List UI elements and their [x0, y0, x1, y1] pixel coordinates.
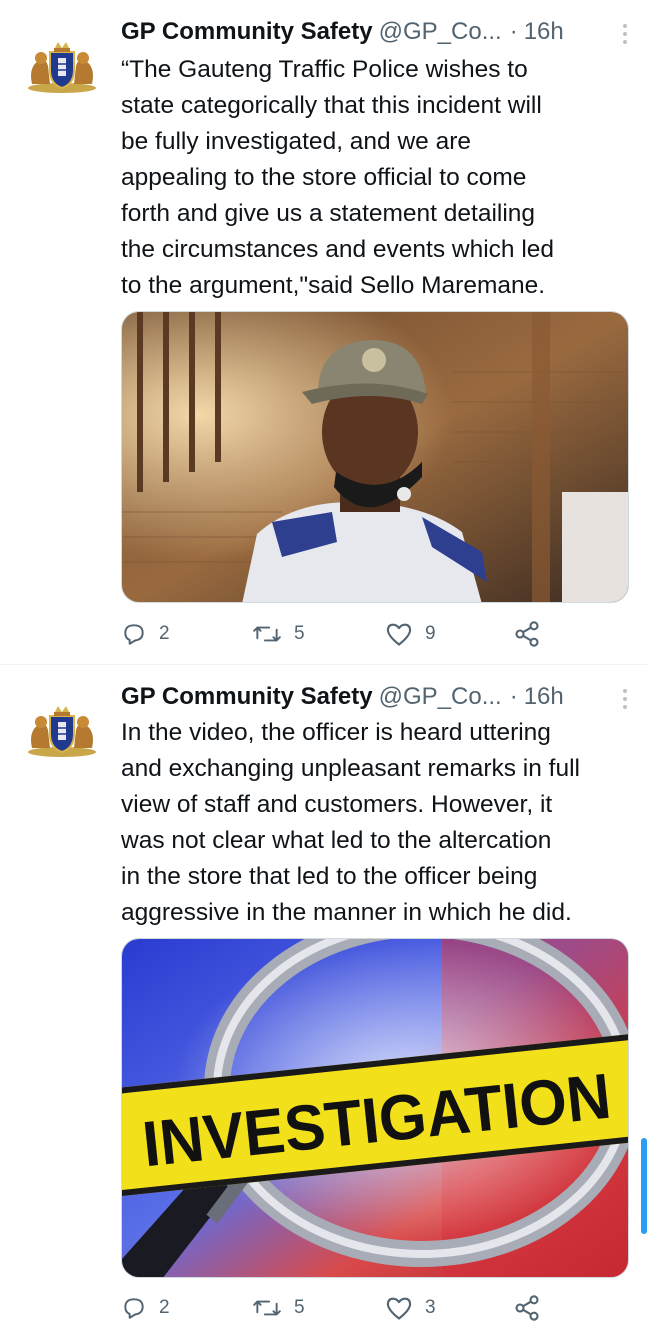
more-icon[interactable] — [617, 687, 633, 711]
retweet-count: 5 — [294, 1297, 305, 1318]
reply-icon — [124, 624, 144, 645]
retweet-icon — [253, 626, 281, 642]
tweet-actions: 2 5 3 — [121, 1293, 551, 1323]
tweet-actions: 2 5 9 — [121, 619, 551, 649]
like-count: 3 — [425, 1297, 436, 1318]
tweet-text: “The Gauteng Traffic Police wishes to st… — [121, 56, 555, 299]
tweet-1[interactable]: GP Community Safety @GP_Co... · 16h “The… — [0, 0, 647, 664]
reply-count: 2 — [159, 1297, 170, 1318]
like-button[interactable]: 3 — [385, 1293, 436, 1323]
author-handle[interactable]: @GP_Co... — [379, 18, 502, 46]
reply-icon — [124, 1298, 144, 1319]
officer-photo — [122, 312, 628, 602]
reply-button[interactable]: 2 — [121, 1293, 170, 1323]
tweet-media-investigation[interactable]: INVESTIGATION — [121, 938, 629, 1278]
like-count: 9 — [425, 623, 436, 644]
investigation-image: INVESTIGATION — [122, 939, 628, 1277]
share-button[interactable] — [513, 1293, 541, 1323]
retweet-button[interactable]: 5 — [252, 619, 305, 649]
coat-of-arms-icon[interactable] — [24, 700, 100, 760]
retweet-icon — [253, 1300, 281, 1316]
tweet-header: GP Community Safety @GP_Co... · 16h — [121, 14, 633, 50]
share-icon — [515, 1295, 539, 1321]
author-handle[interactable]: @GP_Co... — [379, 683, 502, 711]
author-name[interactable]: GP Community Safety — [121, 18, 373, 46]
scrollbar[interactable] — [641, 1138, 647, 1234]
tweet-time[interactable]: 16h — [524, 18, 564, 46]
like-button[interactable]: 9 — [385, 619, 436, 649]
author-name[interactable]: GP Community Safety — [121, 683, 373, 711]
reply-button[interactable]: 2 — [121, 619, 170, 649]
share-icon — [515, 621, 539, 647]
heart-icon — [386, 623, 412, 646]
share-button[interactable] — [513, 619, 541, 649]
tweet-header: GP Community Safety @GP_Co... · 16h — [121, 679, 633, 715]
tweet-2[interactable]: GP Community Safety @GP_Co... · 16h In t… — [0, 665, 647, 1344]
tweet-time[interactable]: 16h — [524, 683, 564, 711]
separator-dot: · — [509, 18, 518, 45]
tweet-text: In the video, the officer is heard utter… — [121, 719, 580, 926]
tweet-media-officer-photo[interactable] — [121, 311, 629, 603]
separator-dot: · — [509, 683, 518, 710]
coat-of-arms-icon[interactable] — [24, 36, 100, 96]
reply-count: 2 — [159, 623, 170, 644]
heart-icon — [386, 1297, 412, 1320]
more-icon[interactable] — [617, 22, 633, 46]
retweet-button[interactable]: 5 — [252, 1293, 305, 1323]
retweet-count: 5 — [294, 623, 305, 644]
